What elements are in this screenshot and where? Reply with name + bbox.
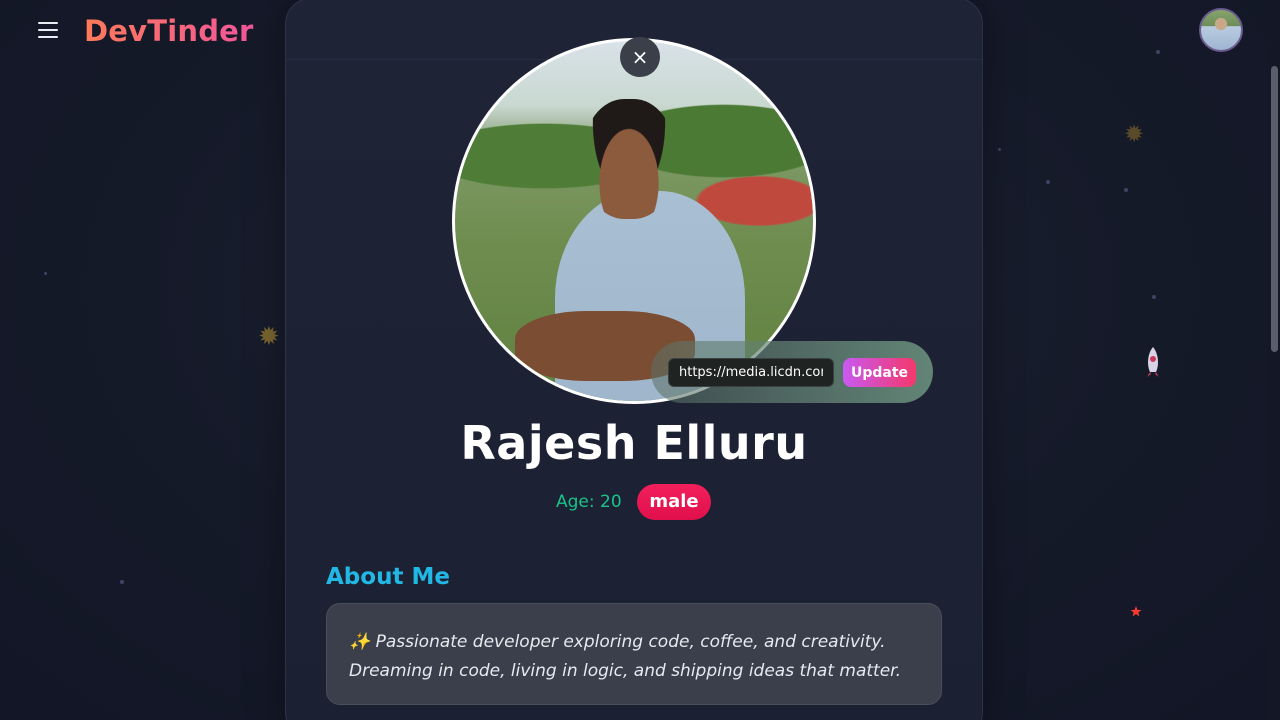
scrollbar-thumb[interactable] <box>1271 66 1278 352</box>
brand-logo[interactable]: DevTinder <box>84 14 254 48</box>
rocket-icon <box>1144 346 1162 378</box>
photo-person-head <box>583 99 675 219</box>
about-box: ✨ Passionate developer exploring code, c… <box>326 603 942 705</box>
user-avatar[interactable] <box>1199 8 1243 52</box>
star-dot <box>998 148 1001 151</box>
photo-url-input[interactable] <box>668 358 834 387</box>
profile-name: Rajesh Elluru <box>460 416 808 470</box>
profile-age: Age: 20 <box>556 492 622 512</box>
gear-icon: ✹ <box>258 322 280 352</box>
close-icon[interactable]: × <box>620 37 660 77</box>
moon-star-icon <box>1118 602 1148 632</box>
update-button[interactable]: Update <box>843 358 916 387</box>
scrollbar[interactable] <box>1268 0 1280 720</box>
menu-line <box>38 29 58 31</box>
star-dot <box>44 272 47 275</box>
about-line-1: ✨ Passionate developer exploring code, c… <box>349 632 886 652</box>
about-line-2: Dreaming in code, living in logic, and s… <box>349 661 902 681</box>
hamburger-menu-icon[interactable] <box>36 20 60 40</box>
star-dot <box>1152 295 1156 299</box>
menu-line <box>38 36 58 38</box>
star-dot <box>120 580 124 584</box>
star-dot <box>1046 180 1050 184</box>
gender-badge: male <box>637 484 711 520</box>
gear-icon: ✹ <box>1124 120 1145 148</box>
star-dot <box>1124 188 1128 192</box>
menu-line <box>38 22 58 24</box>
about-title: About Me <box>326 564 450 590</box>
